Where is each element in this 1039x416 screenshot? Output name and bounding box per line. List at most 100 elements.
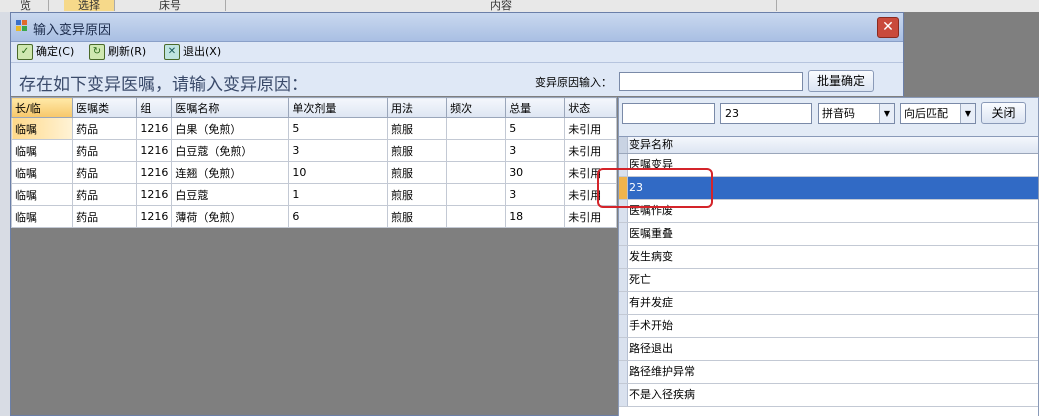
match-mode-select[interactable]: 向后匹配 ▼	[900, 103, 976, 124]
cell-group[interactable]: 1216	[136, 161, 173, 184]
reason-input[interactable]	[619, 72, 803, 91]
cell-type[interactable]: 临嘱	[10, 117, 74, 140]
code-type-value: 拼音码	[822, 107, 855, 120]
col-header-type[interactable]: 长/临	[10, 97, 74, 118]
cell-status[interactable]: 未引用	[564, 117, 617, 140]
chevron-down-icon[interactable]: ▼	[960, 104, 975, 123]
cell-category[interactable]: 药品	[72, 161, 138, 184]
cell-category[interactable]: 药品	[72, 205, 138, 228]
table-row[interactable]: 临嘱 药品 1216 薄荷（免煎） 6 煎服 18 未引用	[10, 205, 617, 228]
cell-usage[interactable]: 煎服	[386, 117, 448, 140]
cell-frequency[interactable]	[446, 183, 507, 206]
close-icon[interactable]: ✕	[877, 17, 899, 38]
cell-group[interactable]: 1216	[136, 139, 173, 162]
col-header-status[interactable]: 状态	[564, 97, 617, 118]
cell-dose[interactable]: 10	[288, 161, 388, 184]
list-item[interactable]: 医嘱重叠	[619, 223, 1038, 246]
cell-total[interactable]: 5	[505, 117, 566, 140]
list-item[interactable]: 不是入径疾病	[619, 384, 1038, 407]
exit-icon: ✕	[164, 44, 180, 60]
cell-usage[interactable]: 煎服	[386, 139, 448, 162]
list-item[interactable]: 发生病变	[619, 246, 1038, 269]
col-header-frequency[interactable]: 频次	[446, 97, 507, 118]
cell-total[interactable]: 18	[505, 205, 566, 228]
search-input[interactable]: 23	[720, 103, 812, 124]
refresh-button[interactable]: ↻ 刷新(R)	[89, 44, 146, 60]
dialog-titlebar[interactable]: 输入变异原因 ✕	[11, 13, 903, 42]
table-row[interactable]: 临嘱 药品 1216 白豆蔻（免煎） 3 煎服 3 未引用	[10, 139, 617, 162]
cell-name[interactable]: 白果（免煎）	[171, 117, 290, 140]
app-icon	[16, 20, 27, 31]
list-item[interactable]: 有并发症	[619, 292, 1038, 315]
chevron-down-icon[interactable]: ▼	[879, 104, 894, 123]
cell-type[interactable]: 临嘱	[10, 161, 74, 184]
refresh-label: 刷新(R)	[108, 45, 147, 58]
bg-col-select: 选择	[64, 0, 115, 11]
row-indicator	[619, 315, 628, 337]
list-item-label: 死亡	[629, 273, 651, 286]
cell-name[interactable]: 白豆蔻	[171, 183, 290, 206]
cell-frequency[interactable]	[446, 139, 507, 162]
cell-usage[interactable]: 煎服	[386, 161, 448, 184]
cell-category[interactable]: 药品	[72, 117, 138, 140]
cell-dose[interactable]: 5	[288, 117, 388, 140]
list-item[interactable]: 路径退出	[619, 338, 1038, 361]
orders-grid: 长/临 医嘱类 组 医嘱名称 单次剂量 用法 频次 总量 状态 临嘱 药品 12…	[10, 97, 617, 228]
prompt-bar: 存在如下变异医嘱，请输入变异原因： 变异原因输入： 批量确定	[11, 63, 903, 96]
cell-frequency[interactable]	[446, 117, 507, 140]
row-indicator	[619, 269, 628, 291]
list-item-label: 路径退出	[629, 342, 673, 355]
exit-label: 退出(X)	[183, 45, 222, 58]
cell-name[interactable]: 连翘（免煎）	[171, 161, 290, 184]
cell-usage[interactable]: 煎服	[386, 205, 448, 228]
list-item-label: 路径维护异常	[629, 365, 695, 378]
cell-dose[interactable]: 1	[288, 183, 388, 206]
cell-frequency[interactable]	[446, 161, 507, 184]
cell-group[interactable]: 1216	[136, 117, 173, 140]
cell-type[interactable]: 临嘱	[10, 183, 74, 206]
cell-type[interactable]: 临嘱	[10, 139, 74, 162]
table-row[interactable]: 临嘱 药品 1216 白豆蔻 1 煎服 3 未引用	[10, 183, 617, 206]
confirm-button[interactable]: ✓ 确定(C)	[17, 44, 74, 60]
cell-dose[interactable]: 3	[288, 139, 388, 162]
table-row[interactable]: 临嘱 药品 1216 白果（免煎） 5 煎服 5 未引用	[10, 117, 617, 140]
row-indicator	[619, 292, 628, 314]
cell-category[interactable]: 药品	[72, 183, 138, 206]
cell-name[interactable]: 白豆蔻（免煎）	[171, 139, 290, 162]
col-header-total[interactable]: 总量	[505, 97, 566, 118]
cell-status[interactable]: 未引用	[564, 205, 617, 228]
cell-type[interactable]: 临嘱	[10, 205, 74, 228]
list-item[interactable]: 手术开始	[619, 315, 1038, 338]
cell-frequency[interactable]	[446, 205, 507, 228]
toolbar: ✓ 确定(C) ↻ 刷新(R) ✕ 退出(X)	[11, 42, 903, 63]
cell-total[interactable]: 3	[505, 139, 566, 162]
cell-status[interactable]: 未引用	[564, 139, 617, 162]
col-header-usage[interactable]: 用法	[386, 97, 448, 118]
col-header-group[interactable]: 组	[136, 97, 173, 118]
list-item[interactable]: 死亡	[619, 269, 1038, 292]
cell-total[interactable]: 30	[505, 161, 566, 184]
row-indicator	[619, 338, 628, 360]
bg-col-1: 览	[20, 0, 49, 11]
col-header-dose[interactable]: 单次剂量	[288, 97, 388, 118]
col-header-category[interactable]: 医嘱类	[72, 97, 138, 118]
filter-input-left[interactable]	[622, 103, 715, 124]
bg-col-bed: 床号	[115, 0, 226, 11]
table-row[interactable]: 临嘱 药品 1216 连翘（免煎） 10 煎服 30 未引用	[10, 161, 617, 184]
reason-list-header: 变异名称	[619, 137, 1038, 154]
exit-button[interactable]: ✕ 退出(X)	[164, 44, 221, 60]
cell-dose[interactable]: 6	[288, 205, 388, 228]
cell-total[interactable]: 3	[505, 183, 566, 206]
cell-usage[interactable]: 煎服	[386, 183, 448, 206]
batch-confirm-button[interactable]: 批量确定	[808, 70, 874, 92]
grid-header-row: 长/临 医嘱类 组 医嘱名称 单次剂量 用法 频次 总量 状态	[10, 97, 617, 118]
popup-close-button[interactable]: 关闭	[981, 102, 1026, 124]
col-header-name[interactable]: 医嘱名称	[171, 97, 290, 118]
cell-name[interactable]: 薄荷（免煎）	[171, 205, 290, 228]
cell-category[interactable]: 药品	[72, 139, 138, 162]
cell-group[interactable]: 1216	[136, 205, 173, 228]
cell-group[interactable]: 1216	[136, 183, 173, 206]
code-type-select[interactable]: 拼音码 ▼	[818, 103, 895, 124]
list-item[interactable]: 路径维护异常	[619, 361, 1038, 384]
check-icon: ✓	[17, 44, 33, 60]
